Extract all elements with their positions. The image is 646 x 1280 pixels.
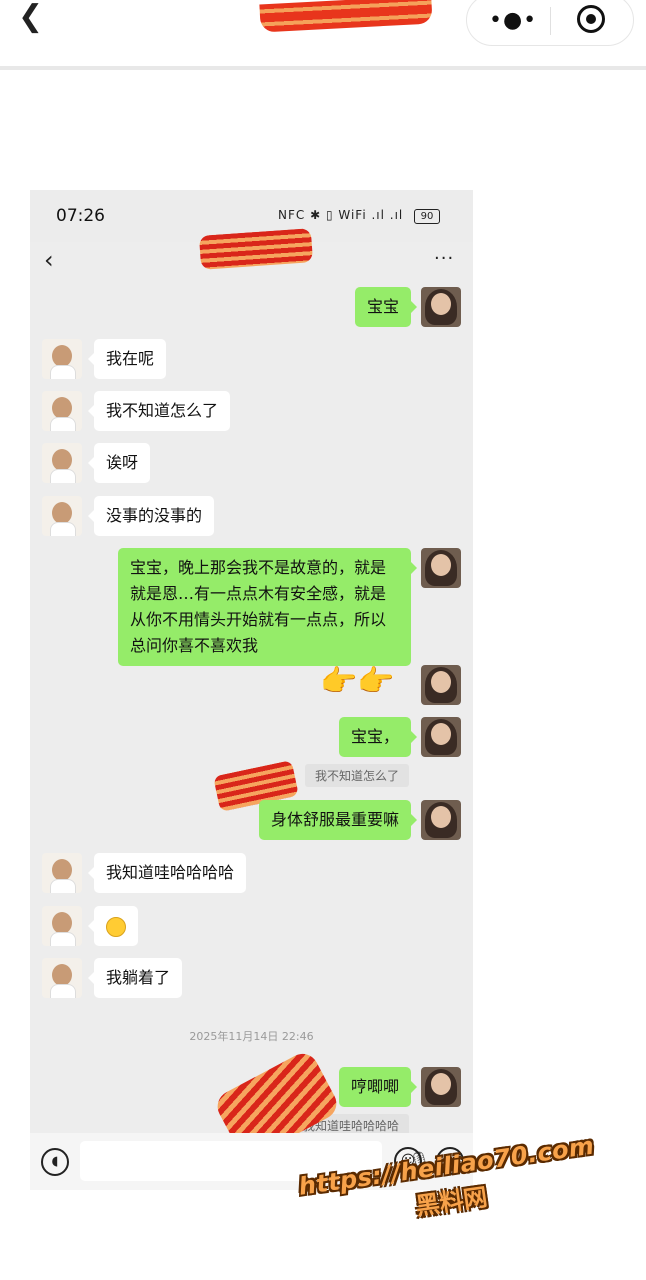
top-nav-bar: ❮ •●• (0, 0, 646, 66)
message-bubble[interactable]: 宝宝， (338, 717, 418, 757)
avatar[interactable] (42, 906, 82, 946)
message-bubble[interactable]: 我在呢 (87, 339, 167, 379)
avatar[interactable] (42, 339, 82, 379)
upside-down-smile-emoji (106, 916, 126, 937)
message-bubble[interactable]: 我躺着了 (87, 958, 183, 998)
message-bubble[interactable]: 我不知道怎么了 (87, 391, 231, 431)
message-bubble[interactable]: 宝宝 (354, 287, 418, 327)
chat-screenshot: 07:26 NFC ✱ ▯ WiFi .ıl .ıl 90 ‹ ··· 宝宝 我… (30, 190, 473, 1190)
message-bubble[interactable]: 没事的没事的 (87, 496, 215, 536)
avatar[interactable] (421, 800, 461, 840)
avatar[interactable] (421, 548, 461, 588)
divider (0, 66, 646, 70)
avatar[interactable] (421, 717, 461, 757)
message-bubble[interactable]: 我知道哇哈哈哈哈 (87, 853, 247, 893)
message-bubble[interactable] (88, 906, 138, 946)
pointing-hands-emoji[interactable]: 👉👉 (320, 664, 395, 699)
back-chevron-icon[interactable]: ❮ (18, 2, 43, 32)
back-chevron-icon[interactable]: ‹ (44, 246, 54, 274)
message-bubble[interactable]: 宝宝，晚上那会我不是故意的，就是就是恩…有一点点木有安全感，就是从你不用情头开始… (118, 548, 417, 666)
avatar[interactable] (42, 443, 82, 483)
capsule-divider (550, 7, 551, 35)
more-icon[interactable]: ··· (434, 248, 454, 269)
more-dots-icon[interactable]: •●• (489, 7, 537, 35)
message-bubble[interactable]: 诶呀 (87, 443, 151, 483)
battery-icon: 90 (414, 209, 440, 224)
message-bubble[interactable]: 身体舒服最重要嘛 (258, 800, 418, 840)
message-timestamp: 2025年11月14日 22:46 (189, 1030, 314, 1043)
status-time: 07:26 (56, 206, 105, 226)
message-bubble[interactable]: 哼唧唧 (338, 1067, 418, 1107)
avatar[interactable] (421, 665, 461, 705)
voice-icon[interactable]: ◖ (41, 1148, 69, 1176)
avatar[interactable] (42, 391, 82, 431)
avatar[interactable] (42, 496, 82, 536)
avatar[interactable] (421, 287, 461, 327)
miniapp-capsule: •●• (466, 0, 634, 46)
target-icon[interactable] (577, 5, 605, 33)
avatar[interactable] (42, 958, 82, 998)
status-icons: NFC ✱ ▯ WiFi .ıl .ıl (278, 208, 404, 222)
avatar[interactable] (42, 853, 82, 893)
quoted-message[interactable]: 我不知道怎么了 (304, 764, 409, 787)
avatar[interactable] (421, 1067, 461, 1107)
redaction-scribble (259, 0, 433, 33)
